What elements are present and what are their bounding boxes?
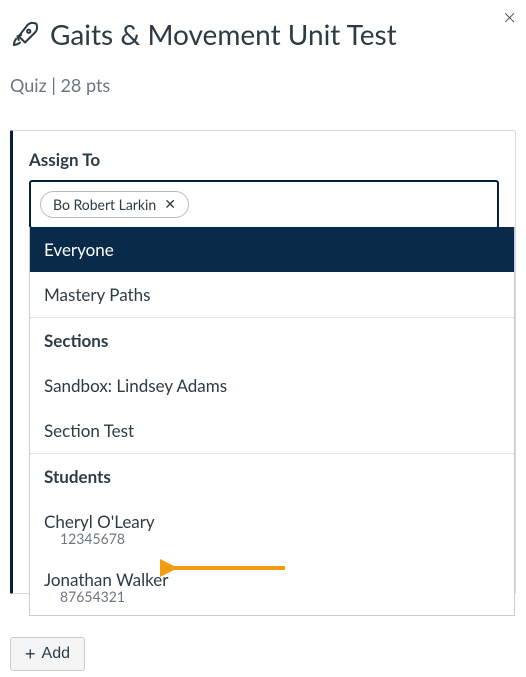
- assign-card: Assign To Bo Robert Larkin ✕ Everyone Ma…: [10, 130, 516, 594]
- assign-dropdown: Everyone Mastery Paths Sections Sandbox:…: [29, 227, 515, 616]
- option-section[interactable]: Section Test: [30, 408, 514, 453]
- remove-token-icon[interactable]: ✕: [164, 197, 176, 211]
- option-section[interactable]: Sandbox: Lindsey Adams: [30, 363, 514, 408]
- students-header: Students: [30, 453, 514, 499]
- option-everyone[interactable]: Everyone: [30, 227, 514, 272]
- page-title: Gaits & Movement Unit Test: [50, 18, 397, 52]
- option-mastery-paths[interactable]: Mastery Paths: [30, 272, 514, 317]
- close-icon[interactable]: ×: [503, 6, 516, 28]
- assignee-token-name: Bo Robert Larkin: [53, 196, 156, 213]
- plus-icon: +: [25, 645, 36, 663]
- student-sis-id: 12345678: [30, 530, 514, 557]
- assignee-token: Bo Robert Larkin ✕: [40, 191, 189, 218]
- quiz-subtitle: Quiz | 28 pts: [10, 74, 516, 96]
- assign-to-input[interactable]: Bo Robert Larkin ✕: [29, 180, 499, 229]
- assign-to-label: Assign To: [29, 149, 499, 170]
- sections-header: Sections: [30, 317, 514, 363]
- add-button-label: Add: [42, 645, 70, 663]
- header: Gaits & Movement Unit Test: [10, 18, 516, 52]
- add-button[interactable]: + Add: [10, 637, 85, 671]
- rocket-icon: [10, 20, 40, 50]
- student-sis-id: 87654321: [30, 588, 514, 615]
